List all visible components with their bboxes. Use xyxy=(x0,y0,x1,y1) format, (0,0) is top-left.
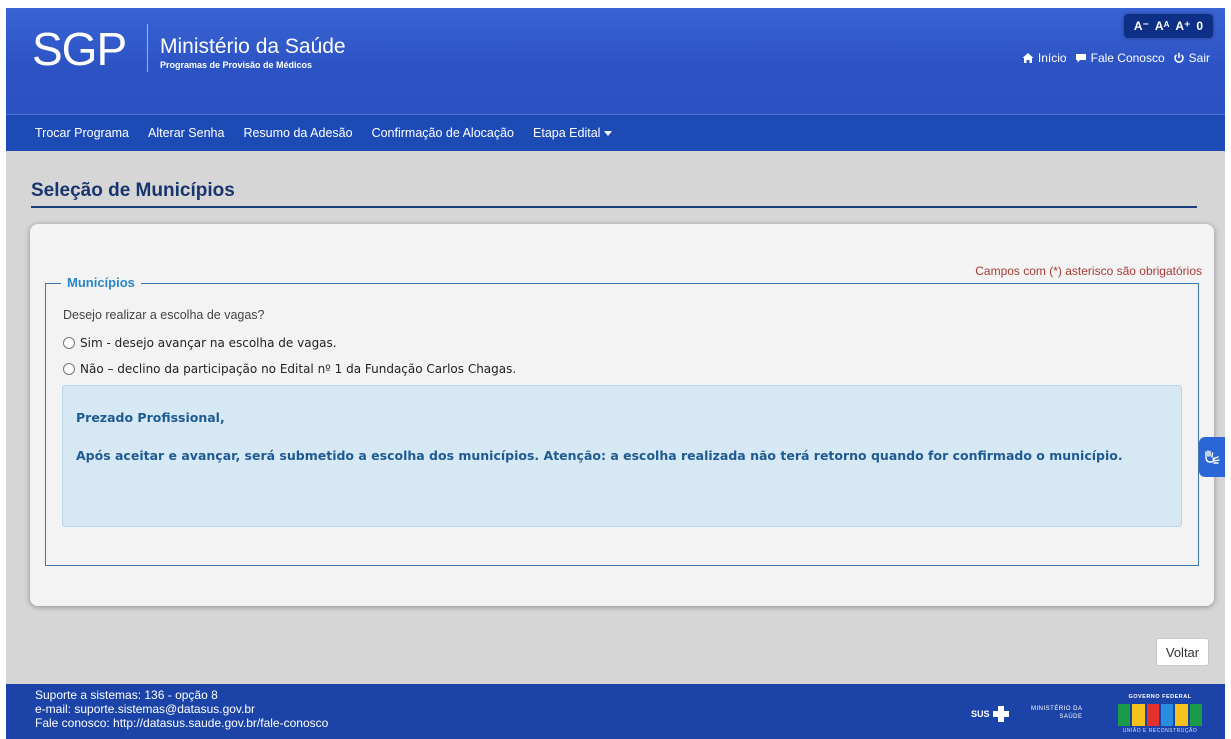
chat-bubble-icon xyxy=(1075,54,1086,63)
governo-federal-logo: GOVERNO FEDERAL UNIÃO E RECONSTRUÇÃO xyxy=(1114,694,1206,736)
alert-body: Após aceitar e avançar, será submetido a… xyxy=(76,448,1123,463)
content-panel: Campos com (*) asterisco são obrigatório… xyxy=(30,224,1214,606)
font-increase-button[interactable]: A⁺ xyxy=(1175,19,1190,33)
radio-nao[interactable] xyxy=(63,363,75,375)
main-nav: Trocar Programa Alterar Senha Resumo da … xyxy=(6,114,1225,151)
home-icon xyxy=(1022,53,1034,63)
footer-email-line[interactable]: e-mail: suporte.sistemas@datasus.gov.br xyxy=(35,702,255,716)
option-nao[interactable]: Não – declino da participação no Edital … xyxy=(63,362,516,376)
sgp-logo[interactable]: SGP xyxy=(32,22,127,76)
font-size-controls: A⁻ Aᴬ A⁺ 0 xyxy=(1124,14,1213,38)
ministry-title: Ministério da Saúde xyxy=(160,35,346,58)
ms-logo-line1: MINISTÉRIO DA xyxy=(1031,706,1083,712)
choice-question: Desejo realizar a escolha de vagas? xyxy=(63,308,265,322)
option-sim-label: Sim - desejo avançar na escolha de vagas… xyxy=(80,336,337,350)
sus-logo-label: SUS xyxy=(971,709,990,719)
font-decrease-button[interactable]: A⁻ xyxy=(1134,19,1149,33)
page-title: Seleção de Municípios xyxy=(31,180,235,201)
footer: Suporte a sistemas: 136 - opção 8 e-mail… xyxy=(6,684,1225,739)
logo-divider xyxy=(147,24,148,72)
page-frame: SGP Ministério da Saúde Programas de Pro… xyxy=(6,8,1225,739)
font-normal-button[interactable]: Aᴬ xyxy=(1155,19,1170,33)
fieldset-legend: Municípios xyxy=(61,275,141,290)
contrast-button[interactable]: 0 xyxy=(1196,19,1203,33)
sign-language-hands-icon xyxy=(1205,450,1220,464)
brasil-flag-word-icon xyxy=(1118,704,1202,726)
gov-logo-top-text: GOVERNO FEDERAL xyxy=(1128,694,1192,700)
nav-item-etapa-edital[interactable]: Etapa Edital xyxy=(533,126,613,140)
gov-logo-bottom-text: UNIÃO E RECONSTRUÇÃO xyxy=(1122,728,1198,734)
radio-sim[interactable] xyxy=(63,337,75,349)
footer-contact-line[interactable]: Fale conosco: http://datasus.saude.gov.b… xyxy=(35,716,328,730)
home-link[interactable]: Início xyxy=(1022,51,1067,65)
nav-item-trocar-programa[interactable]: Trocar Programa xyxy=(35,126,129,140)
option-sim[interactable]: Sim - desejo avançar na escolha de vagas… xyxy=(63,336,337,350)
footer-support-line: Suporte a sistemas: 136 - opção 8 xyxy=(35,688,218,702)
option-nao-label: Não – declino da participação no Edital … xyxy=(80,362,517,376)
program-subtitle: Programas de Provisão de Médicos xyxy=(160,60,313,70)
info-alert: Prezado Profissional, Após aceitar e ava… xyxy=(62,385,1182,527)
sus-cross-icon xyxy=(992,706,1009,722)
required-fields-note: Campos com (*) asterisco são obrigatório… xyxy=(975,264,1202,278)
contact-link-label: Fale Conosco xyxy=(1090,51,1165,65)
nav-item-resumo-adesao[interactable]: Resumo da Adesão xyxy=(243,126,352,140)
top-links: Início Fale Conosco Sair xyxy=(1022,51,1210,65)
caret-down-icon xyxy=(604,131,613,137)
back-button[interactable]: Voltar xyxy=(1156,638,1209,666)
sus-logo: SUS xyxy=(971,706,1009,722)
logout-link-label: Sair xyxy=(1188,51,1210,65)
ms-logo-line2: SAÚDE xyxy=(1059,714,1083,720)
contact-link[interactable]: Fale Conosco xyxy=(1075,51,1165,65)
power-icon xyxy=(1173,52,1184,63)
logout-link[interactable]: Sair xyxy=(1173,51,1210,65)
nav-item-etapa-edital-label: Etapa Edital xyxy=(533,126,601,140)
ministerio-saude-logo: MINISTÉRIO DA SAÚDE xyxy=(1031,705,1083,721)
nav-item-confirmacao-alocacao[interactable]: Confirmação de Alocação xyxy=(372,126,514,140)
municipios-fieldset: Municípios Desejo realizar a escolha de … xyxy=(45,275,1199,566)
nav-item-alterar-senha[interactable]: Alterar Senha xyxy=(148,126,224,140)
header: SGP Ministério da Saúde Programas de Pro… xyxy=(6,8,1225,114)
title-underline xyxy=(31,206,1197,208)
alert-greeting: Prezado Profissional, xyxy=(76,410,225,425)
libras-accessibility-button[interactable] xyxy=(1199,437,1225,477)
home-link-label: Início xyxy=(1037,51,1067,65)
